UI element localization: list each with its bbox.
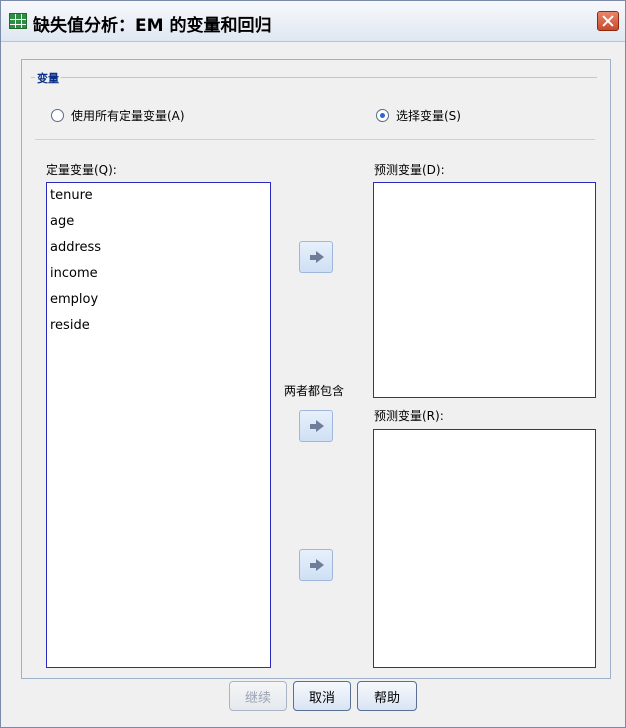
right-arrow-icon bbox=[310, 420, 324, 432]
radio-select-variables[interactable]: 选择变量(S) bbox=[376, 107, 461, 124]
quantitative-list-label: 定量变量(Q): bbox=[46, 163, 117, 177]
radio-select-label: 选择变量(S) bbox=[396, 109, 461, 123]
dialog-window: 缺失值分析：EM 的变量和回归 变量 使用所有定量变量(A) 选择变量(S) 定… bbox=[0, 0, 626, 728]
right-arrow-icon bbox=[310, 559, 324, 571]
radio-use-all-quantitative[interactable]: 使用所有定量变量(A) bbox=[51, 107, 185, 124]
window-title: 缺失值分析：EM 的变量和回归 bbox=[33, 16, 272, 36]
separator bbox=[35, 139, 595, 140]
continue-button[interactable]: 继续 bbox=[229, 681, 287, 711]
spreadsheet-grid-icon bbox=[9, 13, 27, 29]
move-to-predicted-button[interactable] bbox=[299, 241, 333, 273]
list-item[interactable]: tenure bbox=[47, 183, 270, 209]
predictor-variables-list[interactable] bbox=[373, 429, 596, 668]
predictor-list-label: 预测变量(R): bbox=[374, 409, 444, 423]
move-to-predictor-button[interactable] bbox=[299, 549, 333, 581]
close-icon[interactable] bbox=[597, 11, 619, 31]
radio-selected-icon bbox=[376, 109, 389, 122]
both-included-label: 两者都包含 bbox=[284, 384, 345, 398]
list-item[interactable]: age bbox=[47, 209, 270, 235]
list-item[interactable]: income bbox=[47, 261, 270, 287]
group-divider bbox=[31, 77, 597, 78]
list-item[interactable]: address bbox=[47, 235, 270, 261]
list-item[interactable]: reside bbox=[47, 313, 270, 339]
cancel-button[interactable]: 取消 bbox=[293, 681, 351, 711]
title-bar[interactable]: 缺失值分析：EM 的变量和回归 bbox=[1, 1, 625, 42]
radio-use-all-label: 使用所有定量变量(A) bbox=[71, 109, 185, 123]
predicted-variables-list[interactable] bbox=[373, 182, 596, 398]
list-item[interactable]: employ bbox=[47, 287, 270, 313]
predicted-list-label: 预测变量(D): bbox=[374, 163, 445, 177]
move-to-both-button[interactable] bbox=[299, 410, 333, 442]
variables-group-label: 变量 bbox=[35, 70, 61, 86]
radio-unselected-icon bbox=[51, 109, 64, 122]
help-button[interactable]: 帮助 bbox=[357, 681, 417, 711]
quantitative-variables-list[interactable]: tenure age address income employ reside bbox=[46, 182, 271, 668]
right-arrow-icon bbox=[310, 251, 324, 263]
